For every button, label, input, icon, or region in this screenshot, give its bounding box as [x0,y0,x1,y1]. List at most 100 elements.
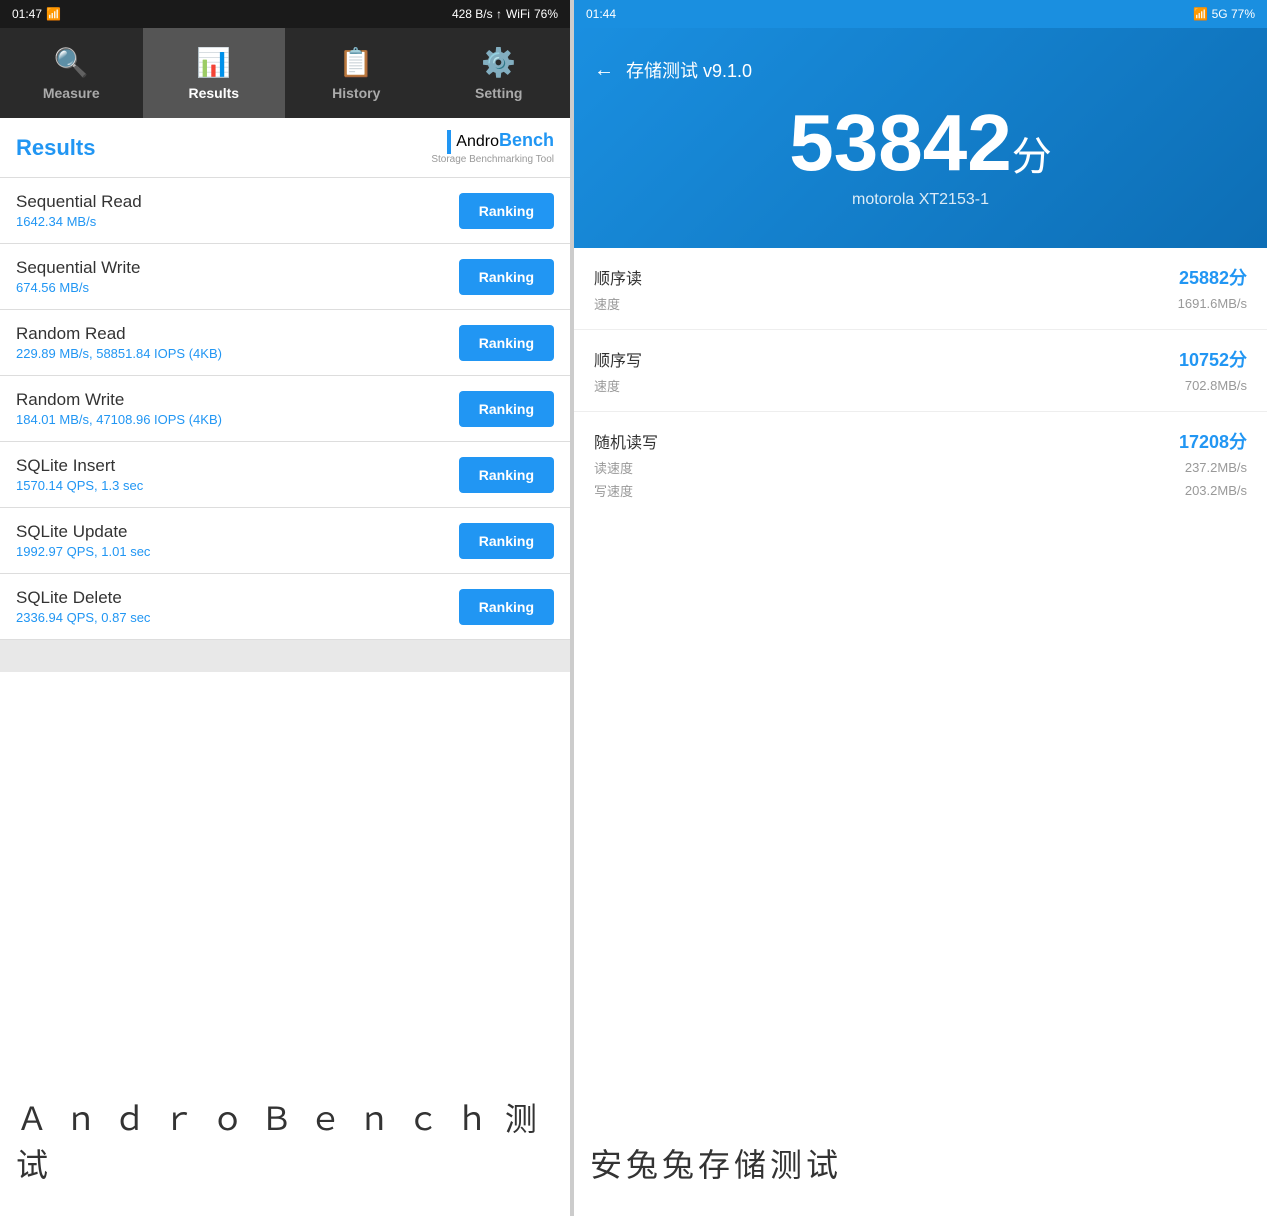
logo-bench: Bench [499,130,554,150]
setting-icon: ⚙️ [481,46,516,79]
bench-name-seq-read: Sequential Read [16,192,142,212]
score-line: 53842分 [789,103,1051,183]
device-name: motorola XT2153-1 [789,191,1051,209]
stat-sub-value-seq-read-speed: 1691.6MB/s [1178,296,1247,311]
stat-header-seq-write: 顺序写 10752分 [594,346,1247,372]
tab-setting[interactable]: ⚙️ Setting [428,28,571,118]
status-left-info: 01:47 📶 [12,7,61,21]
bottom-label-left: Ａ ｎ ｄ ｒ ｏ Ｂ ｅ ｎ ｃ ｈ 测试 [0,672,570,1216]
antutut-nav: ← 存储测试 v9.1.0 [594,57,1247,83]
stat-sub-value-rand-read-speed: 237.2MB/s [1185,460,1247,475]
logo-andro: Andro [456,133,499,150]
bottom-label-right-text: 安兔兔存储测试 [590,1147,842,1183]
stat-sub-row-seq-write-speed: 速度 702.8MB/s [594,376,1247,395]
stat-sub-row-rand-read-speed: 读速度 237.2MB/s [594,458,1247,477]
benchmark-row-sqlite-insert: SQLite Insert 1570.14 QPS, 1.3 sec Ranki… [0,442,570,508]
back-button[interactable]: ← [594,59,614,82]
results-title: Results [16,135,95,161]
bench-value-seq-write: 674.56 MB/s [16,280,140,295]
androbench-logo: AndroBench Storage Benchmarking Tool [431,130,554,165]
score-unit: 分 [1012,135,1052,179]
bench-value-rand-write: 184.01 MB/s, 47108.96 IOPS (4KB) [16,412,222,427]
bench-name-rand-read: Random Read [16,324,222,344]
score-container: 53842分 motorola XT2153-1 [789,103,1051,209]
stats-section: 顺序读 25882分 速度 1691.6MB/s 顺序写 10752分 速度 7… [574,248,1267,1096]
bench-name-rand-write: Random Write [16,390,222,410]
stat-row-seq-write: 顺序写 10752分 速度 702.8MB/s [574,330,1267,412]
measure-icon: 🔍 [54,46,89,79]
bench-name-sqlite-insert: SQLite Insert [16,456,143,476]
ranking-btn-seq-read[interactable]: Ranking [459,193,554,229]
stat-header-seq-read: 顺序读 25882分 [594,264,1247,290]
stat-sub-label-rand-read-speed: 读速度 [594,458,633,477]
stat-row-seq-read: 顺序读 25882分 速度 1691.6MB/s [574,248,1267,330]
benchmark-list: Sequential Read 1642.34 MB/s Ranking Seq… [0,178,570,672]
app-title: 存储测试 v9.1.0 [626,57,752,83]
stat-sub-label-rand-write-speed: 写速度 [594,481,633,500]
tab-measure-label: Measure [43,85,100,101]
data-up: 428 B/s ↑ [452,7,502,21]
benchmark-info-seq-read: Sequential Read 1642.34 MB/s [16,192,142,229]
left-panel: 01:47 📶 428 B/s ↑ WiFi 76% 🔍 Measure 📊 R… [0,0,570,1216]
bench-name-seq-write: Sequential Write [16,258,140,278]
status-right-info: 428 B/s ↑ WiFi 76% [452,7,558,21]
bench-value-seq-read: 1642.34 MB/s [16,214,142,229]
status-bar-left: 01:47 📶 428 B/s ↑ WiFi 76% [0,0,570,28]
ranking-btn-sqlite-update[interactable]: Ranking [459,523,554,559]
ranking-btn-rand-write[interactable]: Ranking [459,391,554,427]
benchmark-row-seq-read: Sequential Read 1642.34 MB/s Ranking [0,178,570,244]
stat-header-rand-rw: 随机读写 17208分 [594,428,1247,454]
status-right-icons: 📶 5G 77% [1193,7,1255,21]
tab-setting-label: Setting [475,85,522,101]
time-left: 01:47 [12,7,42,21]
bottom-label-left-text: Ａ ｎ ｄ ｒ ｏ Ｂ ｅ ｎ ｃ ｈ 测试 [16,1094,554,1186]
benchmark-row-rand-read: Random Read 229.89 MB/s, 58851.84 IOPS (… [0,310,570,376]
logo-bar [447,130,451,154]
history-icon: 📋 [339,46,374,79]
main-container: 01:47 📶 428 B/s ↑ WiFi 76% 🔍 Measure 📊 R… [0,0,1267,1216]
tab-history-label: History [332,85,380,101]
ranking-btn-seq-write[interactable]: Ranking [459,259,554,295]
ranking-btn-sqlite-delete[interactable]: Ranking [459,589,554,625]
benchmark-info-rand-write: Random Write 184.01 MB/s, 47108.96 IOPS … [16,390,222,427]
main-score: 53842 [789,98,1011,187]
bench-value-sqlite-delete: 2336.94 QPS, 0.87 sec [16,610,150,625]
tab-results[interactable]: 📊 Results [143,28,286,118]
tab-measure[interactable]: 🔍 Measure [0,28,143,118]
stat-row-rand-rw: 随机读写 17208分 读速度 237.2MB/s 写速度 203.2MB/s [574,412,1267,516]
stat-sub-label-seq-write-speed: 速度 [594,376,620,395]
benchmark-row-rand-write: Random Write 184.01 MB/s, 47108.96 IOPS … [0,376,570,442]
stat-sub-row-seq-read-speed: 速度 1691.6MB/s [594,294,1247,313]
stat-score-seq-read: 25882分 [1179,264,1247,290]
ranking-btn-sqlite-insert[interactable]: Ranking [459,457,554,493]
benchmark-info-sqlite-update: SQLite Update 1992.97 QPS, 1.01 sec [16,522,150,559]
benchmark-row-sqlite-delete: SQLite Delete 2336.94 QPS, 0.87 sec Rank… [0,574,570,640]
right-panel: 01:44 📶 5G 77% ← 存储测试 v9.1.0 53842分 moto… [574,0,1267,1216]
bench-name-sqlite-delete: SQLite Delete [16,588,150,608]
bottom-section-right: 安兔兔存储测试 [574,1096,1267,1216]
results-icon: 📊 [196,46,231,79]
benchmark-info-rand-read: Random Read 229.89 MB/s, 58851.84 IOPS (… [16,324,222,361]
benchmark-row-seq-write: Sequential Write 674.56 MB/s Ranking [0,244,570,310]
stat-label-rand-rw: 随机读写 [594,429,658,453]
tab-history[interactable]: 📋 History [285,28,428,118]
battery-left: 76% [534,7,558,21]
stat-sub-label-seq-read-speed: 速度 [594,294,620,313]
tab-results-label: Results [188,85,239,101]
logo-subtitle: Storage Benchmarking Tool [431,154,554,165]
stat-sub-row-rand-write-speed: 写速度 203.2MB/s [594,481,1247,500]
signal-icon: 📶 [46,7,61,21]
bottom-label-right: 安兔兔存储测试 [590,1140,842,1186]
stat-sub-value-seq-write-speed: 702.8MB/s [1185,378,1247,393]
wifi-icon: WiFi [506,7,530,21]
stat-score-rand-rw: 17208分 [1179,428,1247,454]
antutut-header: ← 存储测试 v9.1.0 53842分 motorola XT2153-1 [574,28,1267,248]
status-right-time: 01:44 [586,7,616,21]
battery-right: 77% [1231,7,1255,21]
ranking-btn-rand-read[interactable]: Ranking [459,325,554,361]
results-header: Results AndroBench Storage Benchmarking … [0,118,570,178]
status-bar-right: 01:44 📶 5G 77% [574,0,1267,28]
bench-value-rand-read: 229.89 MB/s, 58851.84 IOPS (4KB) [16,346,222,361]
logo-text: AndroBench [431,130,554,154]
benchmark-info-sqlite-insert: SQLite Insert 1570.14 QPS, 1.3 sec [16,456,143,493]
